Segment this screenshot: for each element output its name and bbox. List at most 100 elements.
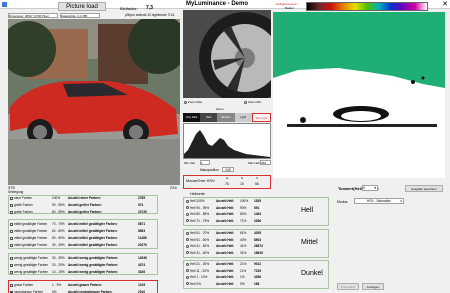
- palette-label-bottom: Raster: [285, 6, 294, 10]
- farben-checkbox[interactable]: [10, 270, 13, 274]
- window-title: MyLuminance - Demo: [186, 1, 249, 7]
- hellwerte-group-label: Mittel: [301, 239, 318, 246]
- farben-row[interactable]: wenig gesättigte Farben 20 - 29% Anzahl we…: [10, 263, 156, 267]
- farben-checkbox[interactable]: [10, 283, 13, 287]
- hellwerte-radio[interactable]: [186, 231, 189, 235]
- hellwerte-row[interactable]: Hell 80 - 89% Anzahl Hell: 80% 1464: [186, 212, 296, 216]
- hellwerte-count-label: Anzahl Hell:: [216, 218, 235, 223]
- farben-pct: 30 - 39%: [52, 256, 65, 260]
- hellwerte-radio[interactable]: [186, 212, 189, 216]
- hellwerte-count-label: Anzahl Hell:: [216, 268, 235, 273]
- farben-row[interactable]: neue Farben 100% Anzahl reiner Farben: 2785: [10, 196, 156, 200]
- hellwerte-radio[interactable]: [186, 219, 189, 223]
- farben-value: 10720: [138, 210, 147, 214]
- hellwerte-name: Hell 41 - 50%: [190, 244, 210, 248]
- hellwerte-name: Hell 21 - 30%: [190, 262, 210, 266]
- hellwerte-radio[interactable]: [186, 199, 189, 203]
- farben-label: grelle Farben: [14, 210, 33, 214]
- hellwerte-radio[interactable]: [186, 262, 189, 266]
- farben-row[interactable]: wenig gesättigte Farben 30 - 39% Anzahl we…: [10, 256, 156, 260]
- dimension-info: Dimension: 3050 * 2738 Pixel: [8, 13, 58, 18]
- hellwerte-row[interactable]: Hell 31 - 40% Anzahl Hell: 31% 18639: [186, 251, 296, 255]
- hellwerte-radio[interactable]: [186, 269, 189, 273]
- farben-checkbox[interactable]: [10, 196, 13, 200]
- color-palette[interactable]: [306, 2, 428, 11]
- mode-medium[interactable]: Medium: [217, 113, 235, 122]
- farben-desc: Anzahl grauer Farben:: [68, 283, 102, 287]
- hellwerte-value: 168: [254, 281, 260, 286]
- hellwerte-radio[interactable]: [186, 238, 189, 242]
- farben-row[interactable]: wenig gesättigte Farben 10 - 19% Anzahl we…: [10, 270, 156, 274]
- hellwerte-radio[interactable]: [186, 244, 189, 248]
- farben-row[interactable]: mittel gesättigte Farben 50 - 59% Anzahl m…: [10, 236, 156, 240]
- farben-pct: 10 - 19%: [52, 270, 65, 274]
- mode-very-light[interactable]: Very Light: [251, 113, 272, 122]
- tonwert-select[interactable]: 0 ▾: [362, 185, 378, 191]
- mode-bar: Very Dark Dark Medium Light Very Light: [183, 113, 272, 122]
- hsv-h-value: 76: [225, 182, 229, 186]
- farben-row[interactable]: mittel gesättigte Farben 70 - 79% Anzahl m…: [10, 222, 156, 226]
- mode-dark[interactable]: Dark: [200, 113, 218, 122]
- modus-select[interactable]: HSV - Saturation ▾: [354, 198, 404, 204]
- hellwerte-value: 9012: [254, 262, 262, 266]
- farben-label: mittel gesättigte Farben: [14, 229, 48, 233]
- histogram-graph: [184, 130, 270, 158]
- picture-load-button[interactable]: Picture load: [58, 2, 106, 11]
- zoom-image: [183, 10, 271, 98]
- farben-checkbox[interactable]: [10, 243, 13, 247]
- hellwerte-row[interactable]: Hell 21 - 30% Anzahl Hell: 21% 9012: [186, 262, 296, 266]
- farben-checkbox[interactable]: [10, 222, 13, 226]
- hellwerte-row[interactable]: Hell 11 - 20% Anzahl Hell: 11% 7235: [186, 269, 296, 273]
- farben-label: mittel gesättigte Farben: [14, 222, 48, 226]
- hellwerte-value: 18639: [254, 250, 263, 255]
- hellwerte-row[interactable]: Hell 90 - 95% Anzahl Hell: 90% 691: [186, 206, 296, 210]
- hellwerte-row[interactable]: Hell 100% Anzahl Hell: 100% 1535: [186, 199, 296, 203]
- farben-row[interactable]: mittel gesättigte Farben 60 - 69% Anzahl m…: [10, 229, 156, 233]
- farben-checkbox[interactable]: [10, 210, 13, 214]
- max-hell-input[interactable]: 256: [260, 160, 271, 165]
- hellwerte-row[interactable]: Hell 71 - 79% Anzahl Hell: 71% 2266: [186, 219, 296, 223]
- farben-row[interactable]: graue Farben 1 - 9% Anzahl grauer Farben: 1…: [10, 283, 156, 287]
- hellwerte-name: Hell 100%: [190, 199, 205, 203]
- farben-checkbox[interactable]: [10, 263, 13, 267]
- formatiert-button[interactable]: Formatiert: [337, 283, 359, 290]
- hellwerte-row[interactable]: Hell 1 - 10% Anzahl Hell: 1% 3396: [186, 275, 296, 279]
- hellwerte-row[interactable]: Hell 51 - 60% Anzahl Hell: 40% 8503: [186, 238, 296, 242]
- hellwerte-count-label: Anzahl Hell:: [216, 262, 235, 266]
- farben-checkbox[interactable]: [10, 229, 13, 233]
- hellwerte-row[interactable]: Hell 41 - 50% Anzahl Hell: 41% 26874: [186, 244, 296, 248]
- bildfaktor-value: 7,3: [146, 5, 153, 11]
- hellwerte-radio[interactable]: [186, 275, 189, 279]
- mode-light[interactable]: Light: [234, 113, 252, 122]
- min-hell-label: Min Hell: [184, 161, 195, 165]
- farben-pct: 20 - 29%: [52, 263, 65, 267]
- hellwerte-panel: Hell Hell 100% Anzahl Hell: 100% 1535 Hell 90…: [183, 197, 333, 291]
- farben-row[interactable]: grelle Farben 90 - 95% Anzahl greller Farb…: [10, 203, 156, 207]
- farben-checkbox[interactable]: [10, 203, 13, 207]
- hellwerte-pct: 0%: [240, 281, 245, 286]
- zoom-max-radio-dot[interactable]: [184, 100, 187, 104]
- hellwerte-radio[interactable]: [186, 206, 189, 210]
- farben-label: wenig gesättigte Farben: [14, 270, 49, 274]
- anzeigen-button[interactable]: Anzeigen: [362, 283, 384, 290]
- min-hell-input[interactable]: 1: [200, 160, 210, 165]
- hellwerte-name: Hell 61 - 70%: [190, 231, 210, 235]
- farben-checkbox[interactable]: [10, 256, 13, 260]
- zoom-min-radio-dot[interactable]: [244, 100, 247, 104]
- farben-row[interactable]: mittel gesättigte Farben 40 - 49% Anzahl m…: [10, 243, 156, 247]
- close-icon[interactable]: ✕: [440, 0, 450, 9]
- hellwerte-row[interactable]: Hell 0% Anzahl Hell: 0% 168: [186, 282, 296, 286]
- zoom-min-radio[interactable]: Zoom Min: [244, 100, 261, 104]
- hellwerte-pct: 71%: [240, 218, 247, 223]
- farben-checkbox[interactable]: [10, 236, 13, 240]
- hellwerte-row[interactable]: Hell 61 - 70% Anzahl Hell: 61% 4295: [186, 231, 296, 235]
- farben-row[interactable]: grelle Farben 80 - 95% Anzahl greller Farb…: [10, 210, 156, 214]
- hellwerte-name: Hell 1 - 10%: [190, 275, 208, 279]
- hellwerte-value: 3396: [254, 275, 262, 279]
- ausgabe-speichern-button[interactable]: Ausgabe speichern: [405, 185, 443, 192]
- hellwerte-radio[interactable]: [186, 282, 189, 286]
- hellwerte-radio[interactable]: [186, 251, 189, 255]
- mode-very-dark[interactable]: Very Dark: [183, 113, 201, 122]
- farben-value: 1015: [138, 283, 146, 287]
- zoom-max-radio[interactable]: Zoom Max: [184, 100, 202, 104]
